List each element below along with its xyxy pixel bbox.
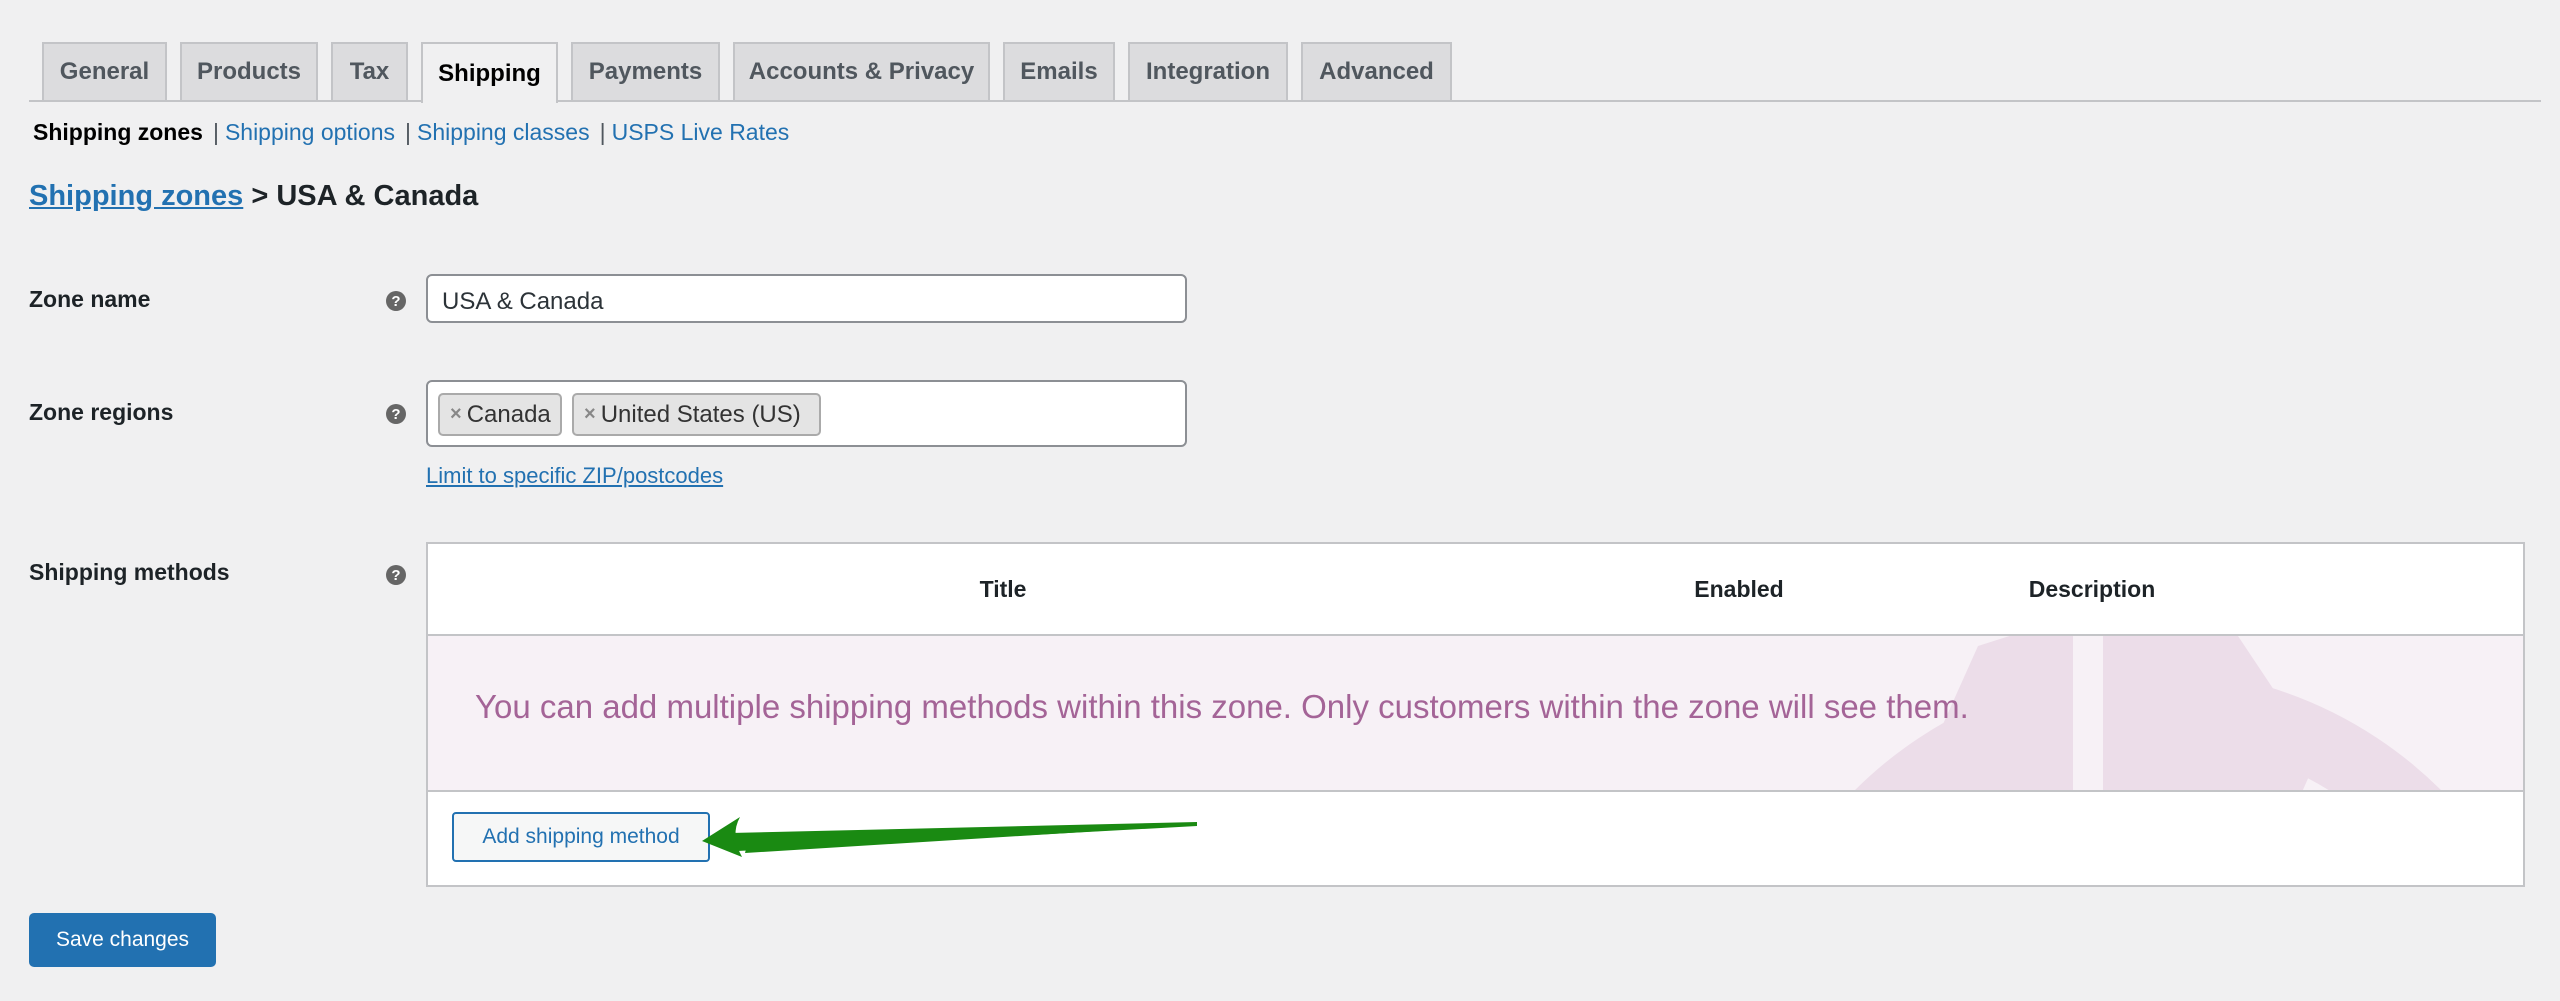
tab-emails[interactable]: Emails	[1003, 42, 1115, 100]
zone-name-label: Zone name	[29, 286, 151, 312]
tab-products[interactable]: Products	[180, 42, 318, 100]
subnav-usps-live-rates[interactable]: USPS Live Rates	[612, 119, 790, 145]
region-chip-us: × United States (US)	[572, 393, 821, 436]
breadcrumb-current: > USA & Canada	[251, 180, 479, 212]
remove-icon[interactable]: ×	[584, 403, 596, 426]
tab-bar-divider	[29, 100, 2541, 102]
zone-name-input[interactable]: USA & Canada	[426, 274, 1187, 323]
zone-regions-label: Zone regions	[29, 399, 174, 425]
add-shipping-method-button[interactable]: Add shipping method	[452, 812, 710, 862]
subnav-separator: |	[405, 119, 411, 145]
blank-state-message: You can add multiple shipping methods wi…	[475, 688, 1969, 725]
subnav-separator: |	[599, 119, 606, 145]
tab-accounts-privacy[interactable]: Accounts & Privacy	[733, 42, 990, 100]
tab-advanced[interactable]: Advanced	[1301, 42, 1452, 100]
tab-tax[interactable]: Tax	[331, 42, 408, 100]
page-title: Shipping zones > USA & Canada	[29, 180, 478, 213]
region-chip-label: United States (US)	[600, 400, 801, 428]
subnav-separator: |	[212, 119, 219, 145]
tab-integration[interactable]: Integration	[1128, 42, 1288, 100]
save-changes-button[interactable]: Save changes	[29, 913, 216, 967]
help-icon[interactable]: ?	[386, 404, 406, 424]
subnav-shipping-classes[interactable]: Shipping classes	[417, 119, 590, 145]
region-chip-canada: × Canada	[438, 393, 562, 436]
zone-regions-select[interactable]: × Canada × United States (US)	[426, 380, 1187, 447]
column-header-title: Title	[979, 576, 1027, 602]
subnav-shipping-options[interactable]: Shipping options	[225, 119, 395, 145]
tab-payments[interactable]: Payments	[571, 42, 720, 100]
column-header-enabled: Enabled	[1694, 576, 1784, 602]
limit-postcodes-link[interactable]: Limit to specific ZIP/postcodes	[426, 463, 723, 489]
column-header-description: Description	[2028, 576, 2156, 602]
remove-icon[interactable]: ×	[450, 403, 462, 426]
annotation-arrow-icon	[702, 817, 1197, 857]
blank-state-row: You can add multiple shipping methods wi…	[428, 634, 2523, 792]
tab-shipping[interactable]: Shipping	[421, 42, 558, 103]
subnav-shipping-zones[interactable]: Shipping zones	[33, 119, 203, 145]
tab-general[interactable]: General	[42, 42, 167, 100]
shipping-subnav: Shipping zones | Shipping options | Shipping…	[33, 119, 789, 146]
region-chip-label: Canada	[466, 400, 551, 428]
help-icon[interactable]: ?	[386, 565, 406, 585]
breadcrumb-shipping-zones-link[interactable]: Shipping zones	[29, 180, 243, 212]
shipping-methods-label: Shipping methods	[29, 559, 230, 585]
help-icon[interactable]: ?	[386, 291, 406, 311]
